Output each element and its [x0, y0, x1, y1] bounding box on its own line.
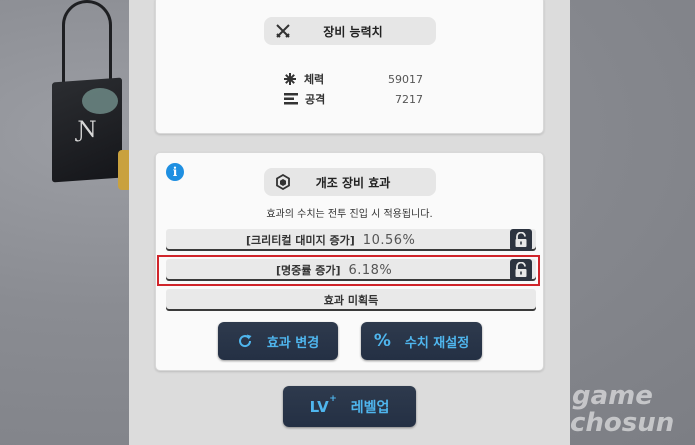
reset-value-button[interactable]: % 수치 재설정: [361, 322, 482, 360]
info-icon[interactable]: i: [166, 163, 184, 181]
bag-handle-art: [62, 0, 112, 90]
stat-row-hp: 체력 59017: [283, 71, 423, 87]
scarf-art: [82, 88, 118, 114]
crossed-swords-icon: [270, 18, 296, 44]
gear-box-icon: [270, 169, 296, 195]
effect-label: [크리티컬 대미지 증가]: [246, 234, 355, 247]
modification-header: 개조 장비 효과: [264, 168, 436, 196]
stat-label: 체력: [303, 73, 325, 86]
watermark-line2: chosun: [570, 408, 675, 438]
refresh-icon: [237, 333, 253, 349]
unlock-icon[interactable]: [510, 229, 532, 251]
equipment-stats-header: 장비 능력치: [264, 17, 436, 45]
watermark-line1: game: [572, 381, 653, 411]
effect-value: 10.56%: [362, 232, 416, 248]
equipment-stats-title: 장비 능력치: [323, 24, 383, 39]
change-effect-label: 효과 변경: [266, 335, 320, 351]
stat-label: 공격: [305, 93, 326, 106]
modification-title: 개조 장비 효과: [315, 175, 391, 190]
effect-row-unacquired: 효과 미획득: [166, 289, 536, 311]
asterisk-icon: [283, 73, 298, 85]
level-up-icon: LV +: [309, 393, 337, 416]
level-up-label: 레벨업: [350, 399, 390, 416]
bag-logo-art: Ɲ: [77, 118, 97, 143]
percent-icon: %: [373, 331, 391, 351]
highlight-box: [157, 255, 540, 286]
stat-value: 7217: [395, 92, 423, 106]
stat-value: 59017: [388, 72, 423, 86]
change-effect-button[interactable]: 효과 변경: [218, 322, 338, 360]
site-watermark: game chosun: [570, 383, 695, 445]
reset-value-label: 수치 재설정: [404, 335, 470, 351]
stat-row-attack: 공격 7217: [283, 91, 423, 107]
level-up-button[interactable]: LV + 레벨업: [283, 386, 416, 427]
apply-note: 효과의 수치는 전투 진입 시 적용됩니다.: [266, 209, 433, 220]
bars-icon: [283, 93, 299, 105]
effect-row-critical-damage[interactable]: [크리티컬 대미지 증가] 10.56%: [166, 229, 536, 251]
